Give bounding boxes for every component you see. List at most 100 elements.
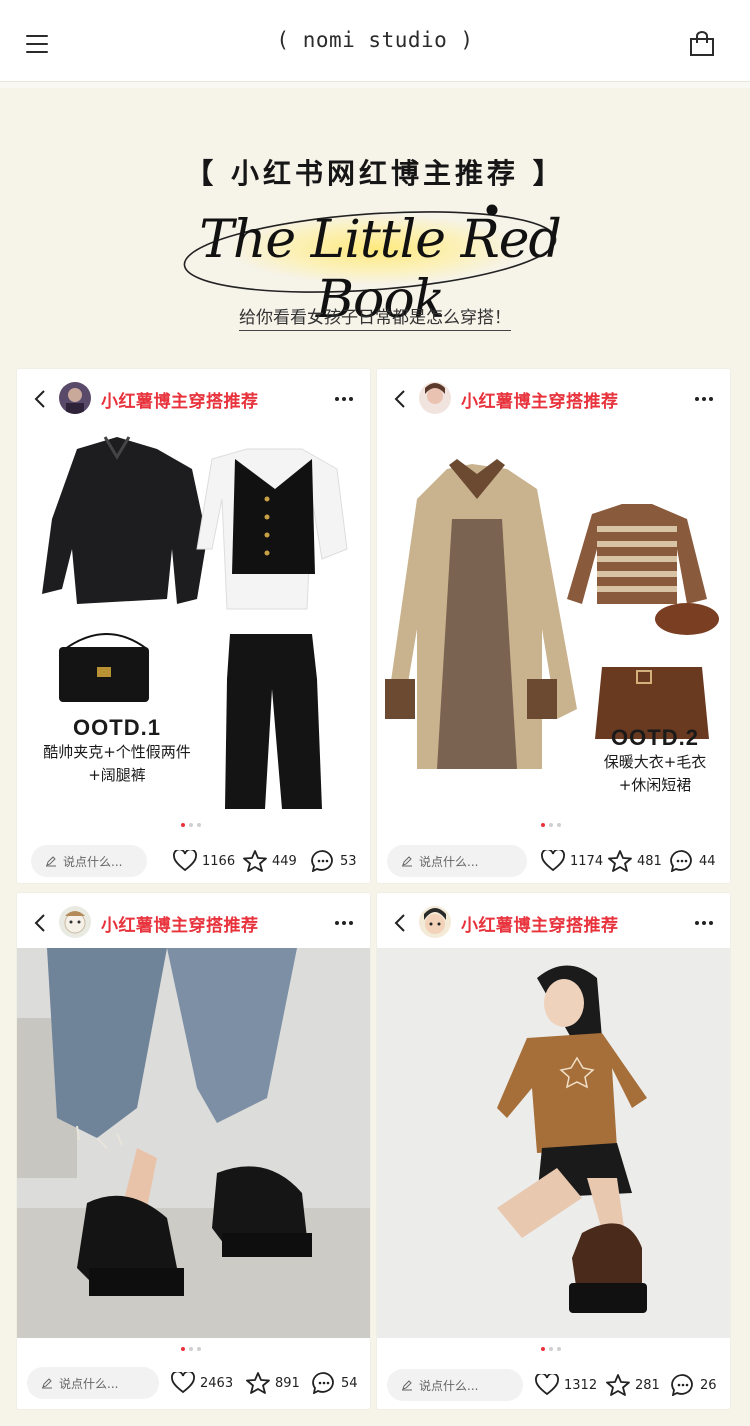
- comment-placeholder: 说点什么...: [63, 854, 123, 869]
- shopping-bag-icon[interactable]: [689, 31, 715, 57]
- star-icon: [606, 1374, 630, 1396]
- avatar[interactable]: [59, 906, 91, 938]
- hero-title-cn: 【 小红书网红博主推荐 】: [185, 157, 565, 190]
- heart-icon: [173, 850, 197, 872]
- hero-subtitle: 给你看看女孩子日常都是怎么穿搭！: [0, 303, 750, 331]
- ootd-caption: OOTD.1 酷帅夹克+个性假两件 +阔腿裤: [27, 715, 207, 787]
- back-arrow-icon[interactable]: [393, 913, 407, 933]
- pencil-icon: [402, 1380, 412, 1391]
- loafer-photo-graphic: [17, 948, 370, 1338]
- chat-bubble-icon: [312, 1372, 334, 1394]
- hero-subtitle-text: 给你看看女孩子日常都是怎么穿搭！: [239, 308, 511, 331]
- heart-icon: [535, 1374, 559, 1396]
- comment-placeholder: 说点什么...: [59, 1376, 119, 1391]
- heart-icon: [541, 850, 565, 872]
- ootd-line-2: +休闲短裙: [618, 776, 692, 794]
- comment-count: 53: [340, 853, 357, 869]
- comment-button[interactable]: 26: [671, 1373, 717, 1397]
- comment-count: 44: [699, 853, 716, 869]
- outfit-collage-image[interactable]: OOTD.1 酷帅夹克+个性假两件 +阔腿裤: [17, 429, 370, 809]
- post-card-1[interactable]: 小红薯博主穿搭推荐 OOTD.1 酷帅夹克+个性假两件 +阔腿裤 说点什么...…: [17, 369, 370, 883]
- ootd-caption: OOTD.2 保暖大衣+毛衣 +休闲短裙: [580, 725, 730, 797]
- ootd-title: OOTD.1: [73, 715, 161, 740]
- more-options-icon[interactable]: [694, 396, 714, 402]
- top-nav-bar: ( nomi studio ): [0, 0, 750, 82]
- back-arrow-icon[interactable]: [33, 389, 47, 409]
- card-footer: 说点什么... 1312 281 26: [377, 1363, 730, 1407]
- card-header: 小红薯博主穿搭推荐: [17, 893, 370, 948]
- chat-bubble-icon: [671, 1374, 693, 1396]
- favorite-button[interactable]: 281: [606, 1373, 660, 1397]
- card-username[interactable]: 小红薯博主穿搭推荐: [461, 387, 619, 412]
- star-icon: [608, 850, 632, 872]
- card-header: 小红薯博主穿搭推荐: [17, 369, 370, 429]
- back-arrow-icon[interactable]: [393, 389, 407, 409]
- card-footer: 说点什么... 1174 481 44: [377, 839, 730, 883]
- nav-divider: [0, 82, 750, 88]
- comment-input[interactable]: 说点什么...: [27, 1367, 159, 1399]
- ootd-line-2: +阔腿裤: [88, 766, 146, 784]
- avatar[interactable]: [419, 382, 451, 414]
- favorite-button[interactable]: 891: [246, 1371, 300, 1395]
- comment-button[interactable]: 44: [670, 849, 716, 873]
- card-header: 小红薯博主穿搭推荐: [377, 893, 730, 948]
- chat-bubble-icon: [670, 850, 692, 872]
- model-photo-image[interactable]: [377, 948, 730, 1338]
- card-username[interactable]: 小红薯博主穿搭推荐: [101, 387, 259, 412]
- back-arrow-icon[interactable]: [33, 913, 47, 933]
- hero-title-block: The Little Red Book: [140, 196, 620, 330]
- favorite-count: 481: [637, 853, 662, 869]
- like-button[interactable]: 2463: [171, 1371, 233, 1395]
- carousel-dots[interactable]: [541, 1347, 561, 1353]
- like-count: 1312: [564, 1377, 598, 1393]
- ootd-line-1: 保暖大衣+毛衣: [603, 753, 707, 771]
- carousel-dots[interactable]: [181, 823, 201, 829]
- pencil-icon: [46, 856, 56, 867]
- star-icon: [246, 1372, 270, 1394]
- post-card-2[interactable]: 小红薯博主穿搭推荐 OOTD.2 保暖大衣+毛衣 +休闲短裙 说点什么... 1…: [377, 369, 730, 883]
- avatar[interactable]: [59, 382, 91, 414]
- carousel-dots[interactable]: [541, 823, 561, 829]
- post-card-3[interactable]: 小红薯博主穿搭推荐 说点什么... 2463 891 54: [17, 893, 370, 1409]
- carousel-dots[interactable]: [181, 1347, 201, 1353]
- pencil-icon: [402, 856, 412, 867]
- comment-input[interactable]: 说点什么...: [31, 845, 147, 877]
- favorite-count: 891: [275, 1375, 300, 1391]
- more-options-icon[interactable]: [694, 920, 714, 926]
- comment-placeholder: 说点什么...: [419, 1378, 479, 1393]
- pencil-icon: [42, 1378, 52, 1389]
- post-card-4[interactable]: 小红薯博主穿搭推荐 说点什么... 1312 281 26: [377, 893, 730, 1409]
- heart-icon: [171, 1372, 195, 1394]
- like-count: 2463: [200, 1375, 234, 1391]
- more-options-icon[interactable]: [334, 396, 354, 402]
- favorite-count: 449: [272, 853, 297, 869]
- like-button[interactable]: 1174: [541, 849, 603, 873]
- favorite-button[interactable]: 449: [243, 849, 297, 873]
- card-header: 小红薯博主穿搭推荐: [377, 369, 730, 429]
- like-count: 1166: [202, 853, 236, 869]
- card-username[interactable]: 小红薯博主穿搭推荐: [101, 911, 259, 936]
- comment-placeholder: 说点什么...: [419, 854, 479, 869]
- avatar[interactable]: [419, 906, 451, 938]
- model-photo-graphic: [377, 948, 730, 1338]
- more-options-icon[interactable]: [334, 920, 354, 926]
- card-footer: 说点什么... 2463 891 54: [17, 1361, 370, 1405]
- star-icon: [243, 850, 267, 872]
- comment-button[interactable]: 53: [311, 849, 357, 873]
- shoe-photo-image[interactable]: [17, 948, 370, 1338]
- like-button[interactable]: 1312: [535, 1373, 597, 1397]
- like-count: 1174: [570, 853, 604, 869]
- ootd-title: OOTD.2: [611, 725, 699, 750]
- like-button[interactable]: 1166: [173, 849, 235, 873]
- brand-logo[interactable]: ( nomi studio ): [0, 28, 750, 52]
- outfit-collage-image[interactable]: OOTD.2 保暖大衣+毛衣 +休闲短裙: [377, 429, 730, 809]
- comment-count: 26: [700, 1377, 717, 1393]
- favorite-button[interactable]: 481: [608, 849, 662, 873]
- comment-input[interactable]: 说点什么...: [387, 845, 527, 877]
- card-username[interactable]: 小红薯博主穿搭推荐: [461, 911, 619, 936]
- ootd-line-1: 酷帅夹克+个性假两件: [43, 743, 191, 761]
- comment-count: 54: [341, 1375, 358, 1391]
- comment-input[interactable]: 说点什么...: [387, 1369, 523, 1401]
- comment-button[interactable]: 54: [312, 1371, 358, 1395]
- chat-bubble-icon: [311, 850, 333, 872]
